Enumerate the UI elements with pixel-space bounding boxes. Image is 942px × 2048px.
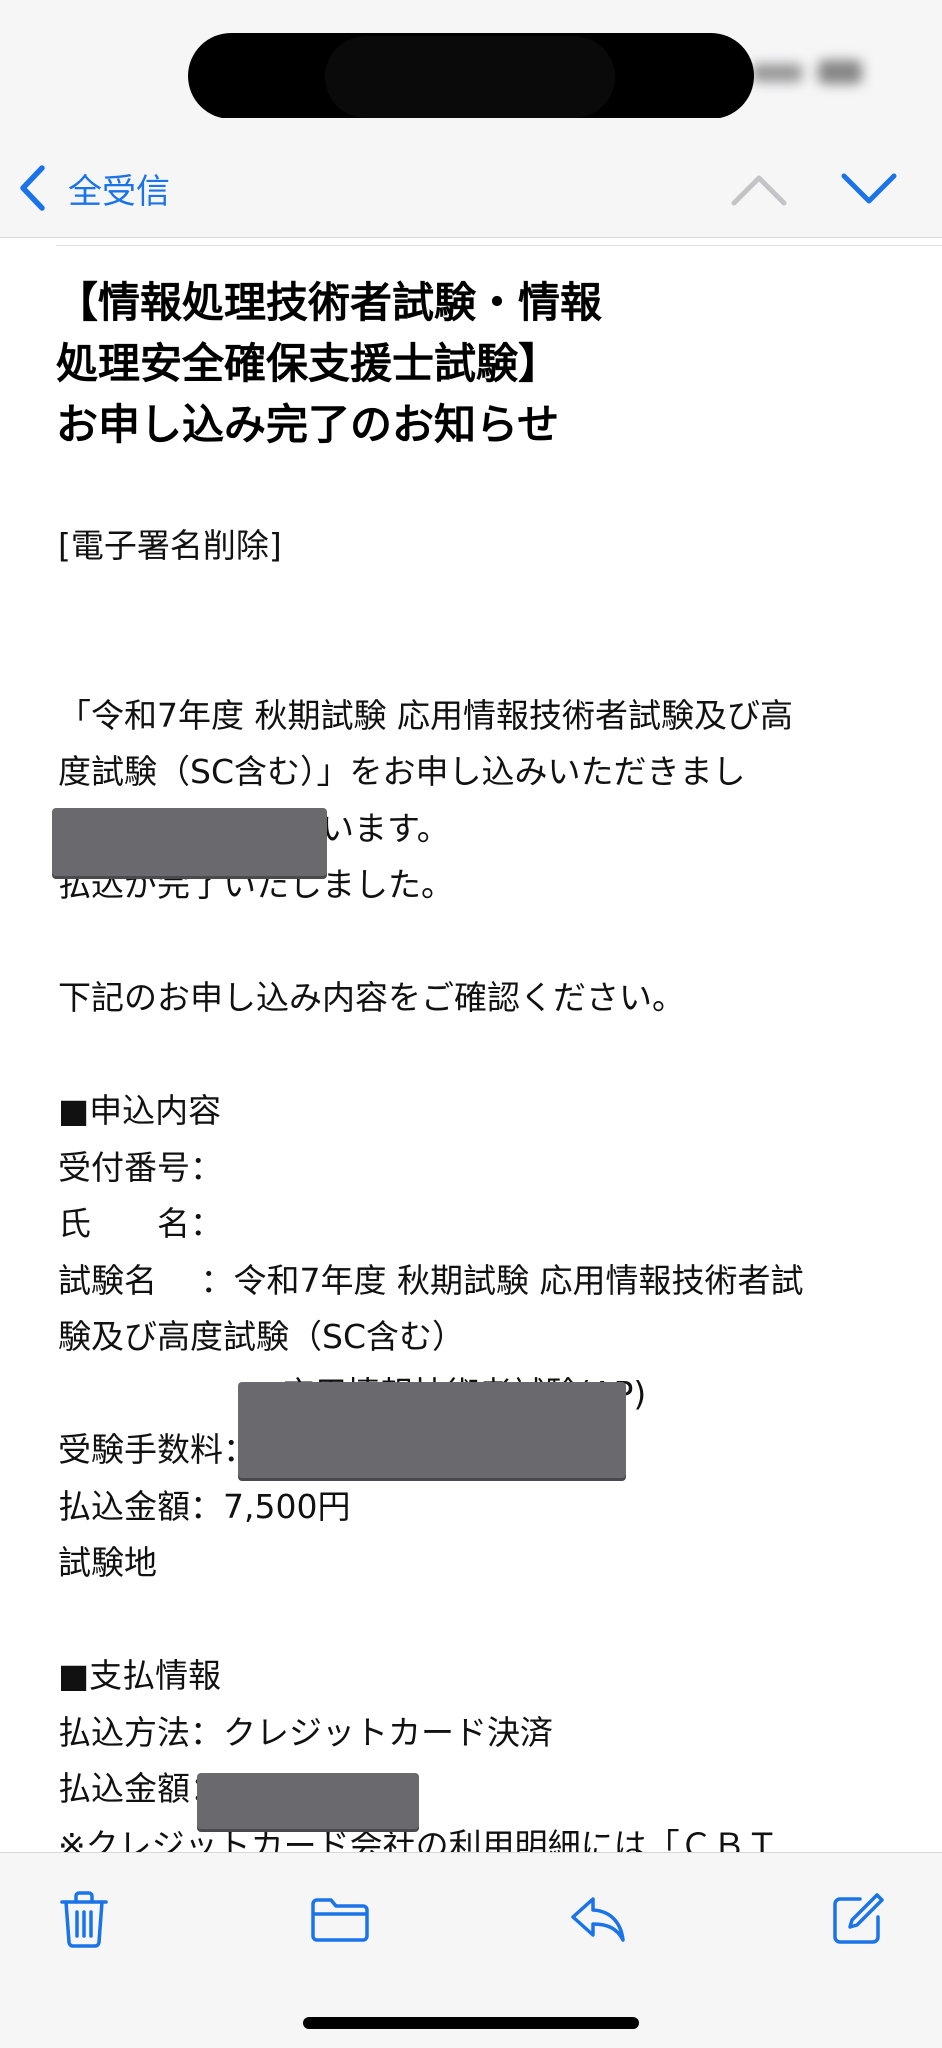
folder-icon: [310, 1894, 370, 1948]
redacted-venue: [197, 1773, 419, 1829]
mail-nav-bar: 全受信: [0, 118, 942, 238]
delete-button[interactable]: [52, 1889, 116, 1953]
compose-button[interactable]: [826, 1889, 890, 1953]
chevron-left-icon: [18, 165, 46, 211]
home-indicator: [303, 2017, 639, 2029]
chevron-down-icon: [838, 173, 900, 224]
confirm-prompt: 下記のお申し込み内容をご確認ください。: [58, 978, 685, 1017]
divider: [56, 245, 942, 246]
venue-label: 試験地: [58, 1543, 157, 1582]
signature-notice: [電子署名削除]: [58, 526, 282, 565]
message-subject: 【情報処理技術者試験・情報 処理安全確保支援士試験】 お申し込み完了のお知らせ: [56, 278, 603, 449]
battery-icon: [818, 60, 862, 84]
reply-icon: [569, 1893, 627, 1949]
next-message-button[interactable]: [838, 158, 900, 220]
application-heading: ■申込内容: [58, 1091, 222, 1130]
exam-name-line: 試験名 ：令和7年度 秋期試験 応用情報技術者試: [58, 1260, 804, 1300]
back-button[interactable]: 全受信: [18, 158, 170, 218]
compose-icon: [830, 1891, 886, 1951]
status-bar: [0, 0, 942, 119]
reply-button[interactable]: [566, 1889, 630, 1953]
payment-heading: ■支払情報: [58, 1656, 222, 1695]
trash-icon: [58, 1890, 110, 1952]
message-content: 【情報処理技術者試験・情報 処理安全確保支援士試験】 お申し込み完了のお知らせ …: [0, 238, 942, 1852]
payment-amount: 払込金額：7,500円: [58, 1486, 351, 1526]
signal-icon: [752, 64, 802, 82]
redacted-receipt-and-name: [238, 1382, 626, 1478]
payment-note: ※クレジットカード会社の利用明細には「ＣＢＴ: [58, 1825, 779, 1853]
payment-amount: 払込金額：7,500円: [58, 1761, 898, 1818]
chevron-up-icon: [728, 175, 790, 224]
name-label: 氏 名：: [58, 1204, 223, 1243]
move-to-folder-button[interactable]: [308, 1889, 372, 1953]
previous-message-button[interactable]: [728, 158, 790, 220]
status-time-blurred: [70, 56, 112, 91]
message-body: [電子署名削除] 「令和7年度 秋期試験 応用情報技術者試験及び高 度試験（SC…: [58, 518, 898, 1852]
intro-line: 度試験（SC含む）」をお申し込みいただきまし: [58, 752, 746, 791]
dynamic-island-inner: [325, 36, 615, 118]
status-icons-blurred: [752, 58, 862, 86]
back-label: 全受信: [68, 171, 170, 212]
redacted-sender-block: [52, 808, 327, 876]
receipt-number-label: 受付番号：: [58, 1147, 223, 1187]
payment-method: 払込方法：クレジットカード決済: [58, 1712, 553, 1752]
exam-name-line: 験及び高度試験（SC含む）: [58, 1317, 465, 1356]
intro-line: 「令和7年度 秋期試験 応用情報技術者試験及び高: [58, 695, 793, 735]
